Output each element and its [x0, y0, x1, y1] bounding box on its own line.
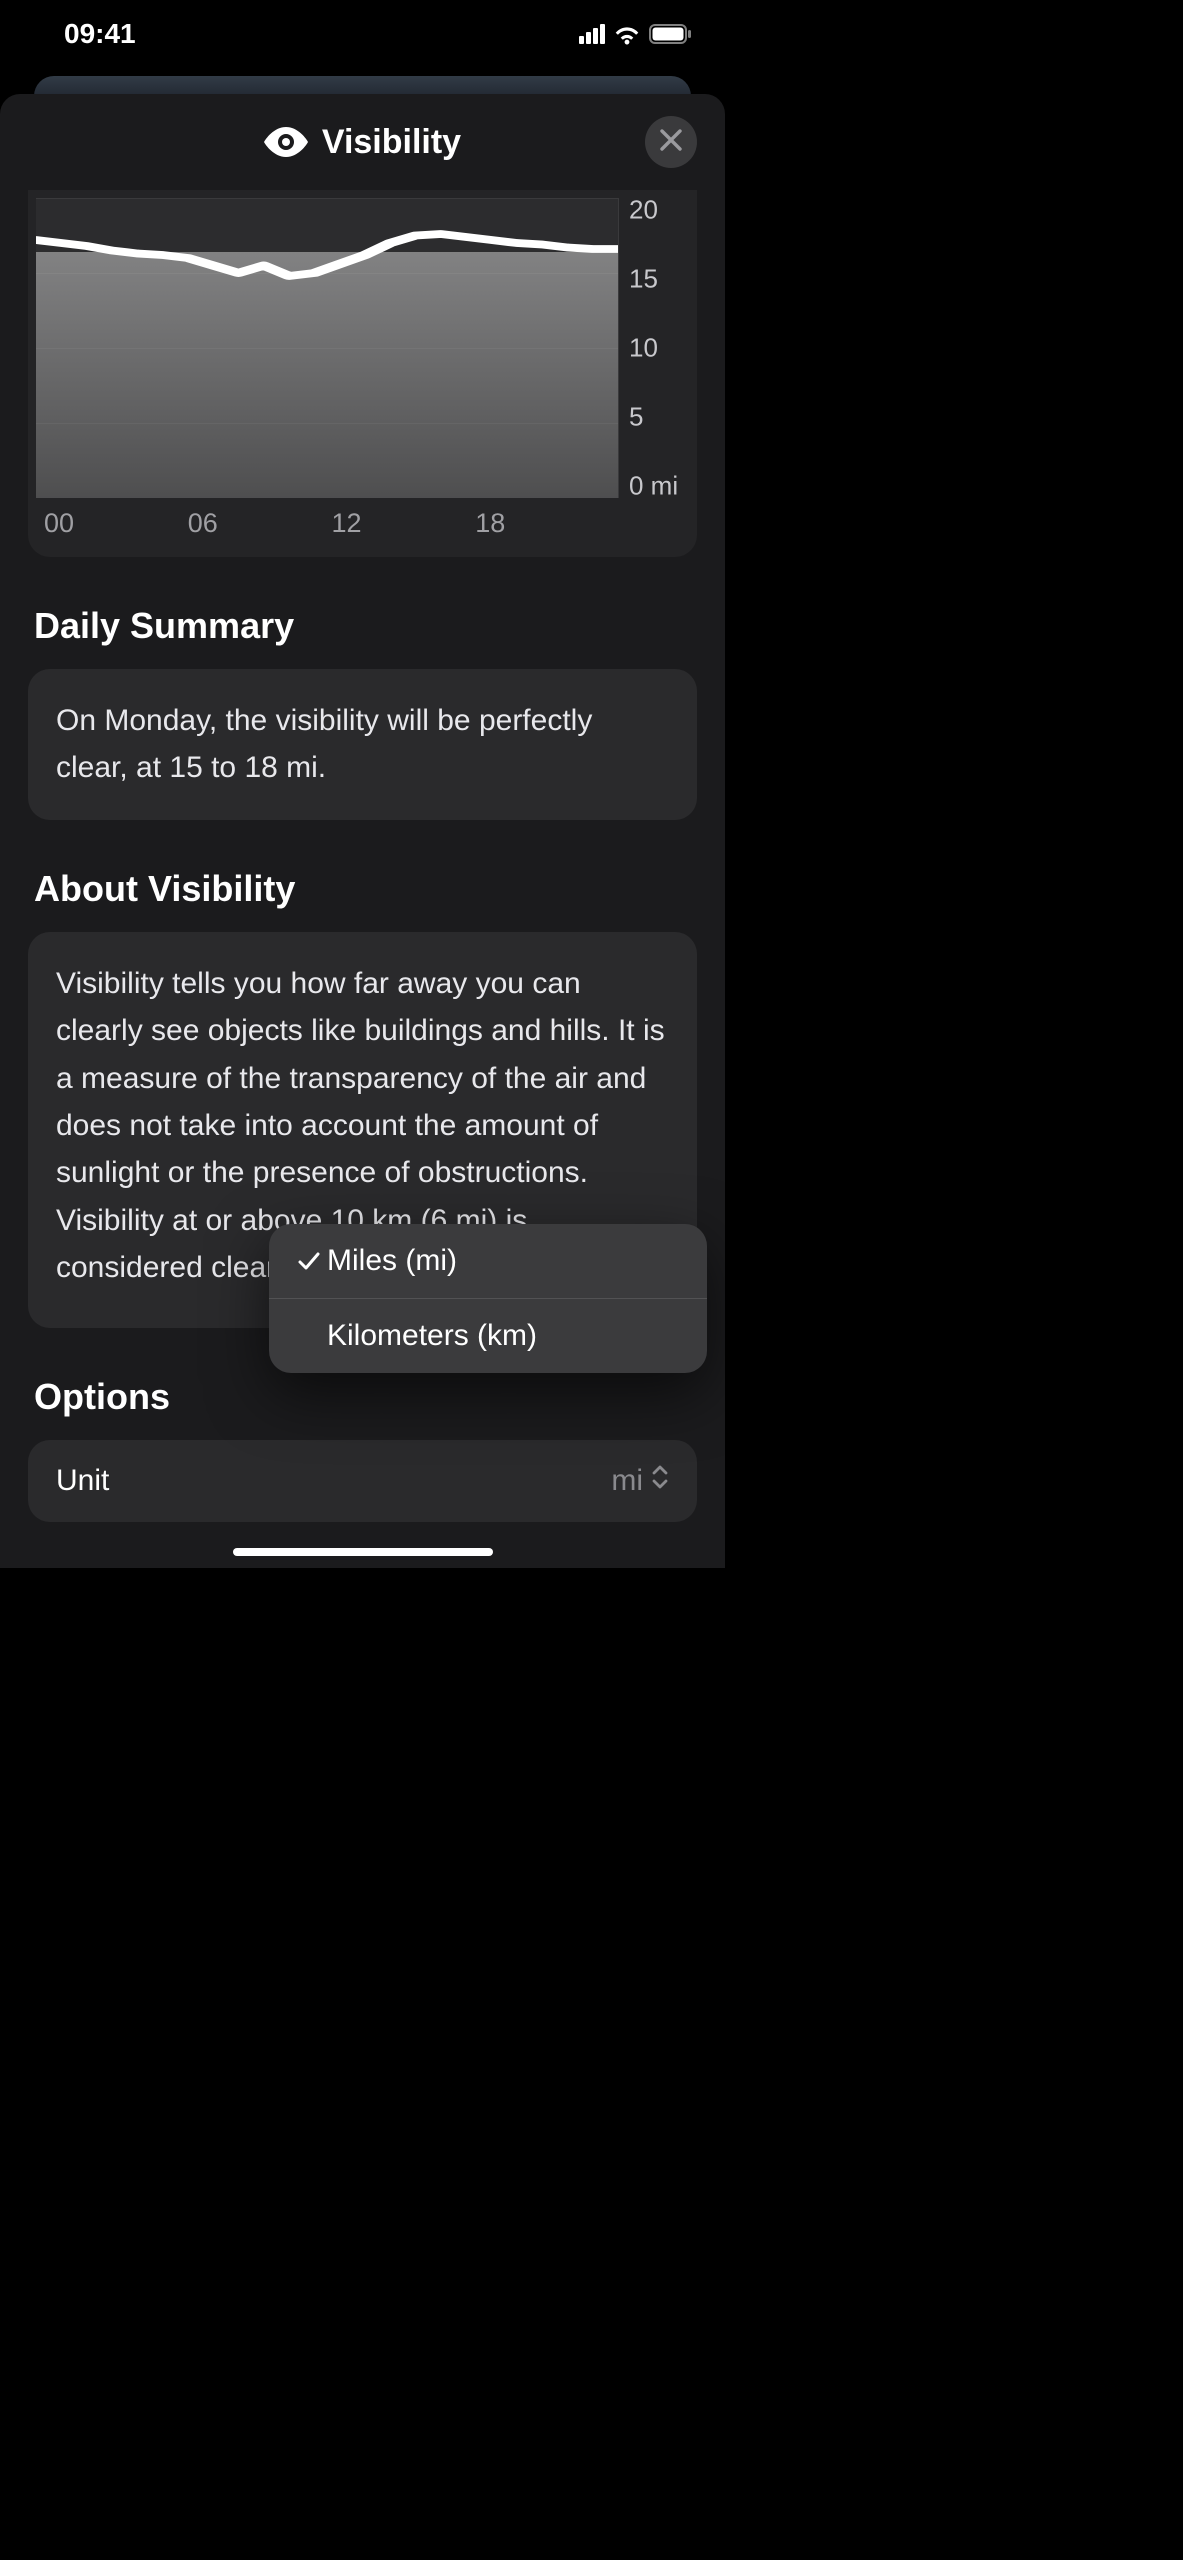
chevron-up-down-icon [651, 1464, 669, 1498]
menu-item-label: Kilometers (km) [327, 1319, 537, 1353]
y-tick: 0 mi [629, 471, 678, 502]
daily-summary-text: On Monday, the visibility will be perfec… [56, 704, 592, 784]
wifi-icon [613, 24, 641, 45]
home-indicator[interactable] [233, 1548, 493, 1556]
menu-item-label: Miles (mi) [327, 1244, 457, 1278]
visibility-chart[interactable] [36, 198, 619, 498]
sheet-header: Visibility [0, 94, 725, 190]
visibility-chart-card: 20 15 10 5 0 mi 00 06 12 18 [28, 190, 697, 557]
y-tick: 5 [629, 402, 643, 433]
checkmark-icon [291, 1249, 327, 1273]
close-button[interactable] [645, 116, 697, 168]
y-tick: 10 [629, 333, 658, 364]
x-tick: 06 [188, 508, 332, 539]
clock: 09:41 [64, 18, 136, 50]
sheet-title: Visibility [322, 123, 461, 162]
daily-summary-heading: Daily Summary [0, 557, 725, 669]
x-tick: 18 [475, 508, 619, 539]
x-axis: 00 06 12 18 [36, 498, 689, 543]
eye-icon [264, 127, 308, 157]
unit-option-kilometers[interactable]: Kilometers (km) [269, 1299, 707, 1373]
unit-label: Unit [56, 1464, 109, 1498]
y-axis: 20 15 10 5 0 mi [619, 198, 689, 498]
close-icon [660, 129, 682, 156]
x-tick: 00 [44, 508, 188, 539]
y-tick: 20 [629, 195, 658, 226]
unit-value: mi [611, 1464, 669, 1498]
cellular-icon [579, 24, 605, 44]
status-indicators [579, 23, 693, 45]
y-tick: 15 [629, 264, 658, 295]
daily-summary-card: On Monday, the visibility will be perfec… [28, 669, 697, 820]
visibility-sheet: Visibility 20 15 10 [0, 94, 725, 1568]
x-tick: 12 [332, 508, 476, 539]
unit-option-miles[interactable]: Miles (mi) [269, 1224, 707, 1299]
battery-icon [649, 23, 693, 45]
status-bar: 09:41 [0, 0, 725, 60]
about-visibility-heading: About Visibility [0, 820, 725, 932]
background-card-peek [34, 76, 691, 96]
unit-menu: Miles (mi) Kilometers (km) [269, 1224, 707, 1373]
unit-row[interactable]: Unit mi [28, 1440, 697, 1522]
